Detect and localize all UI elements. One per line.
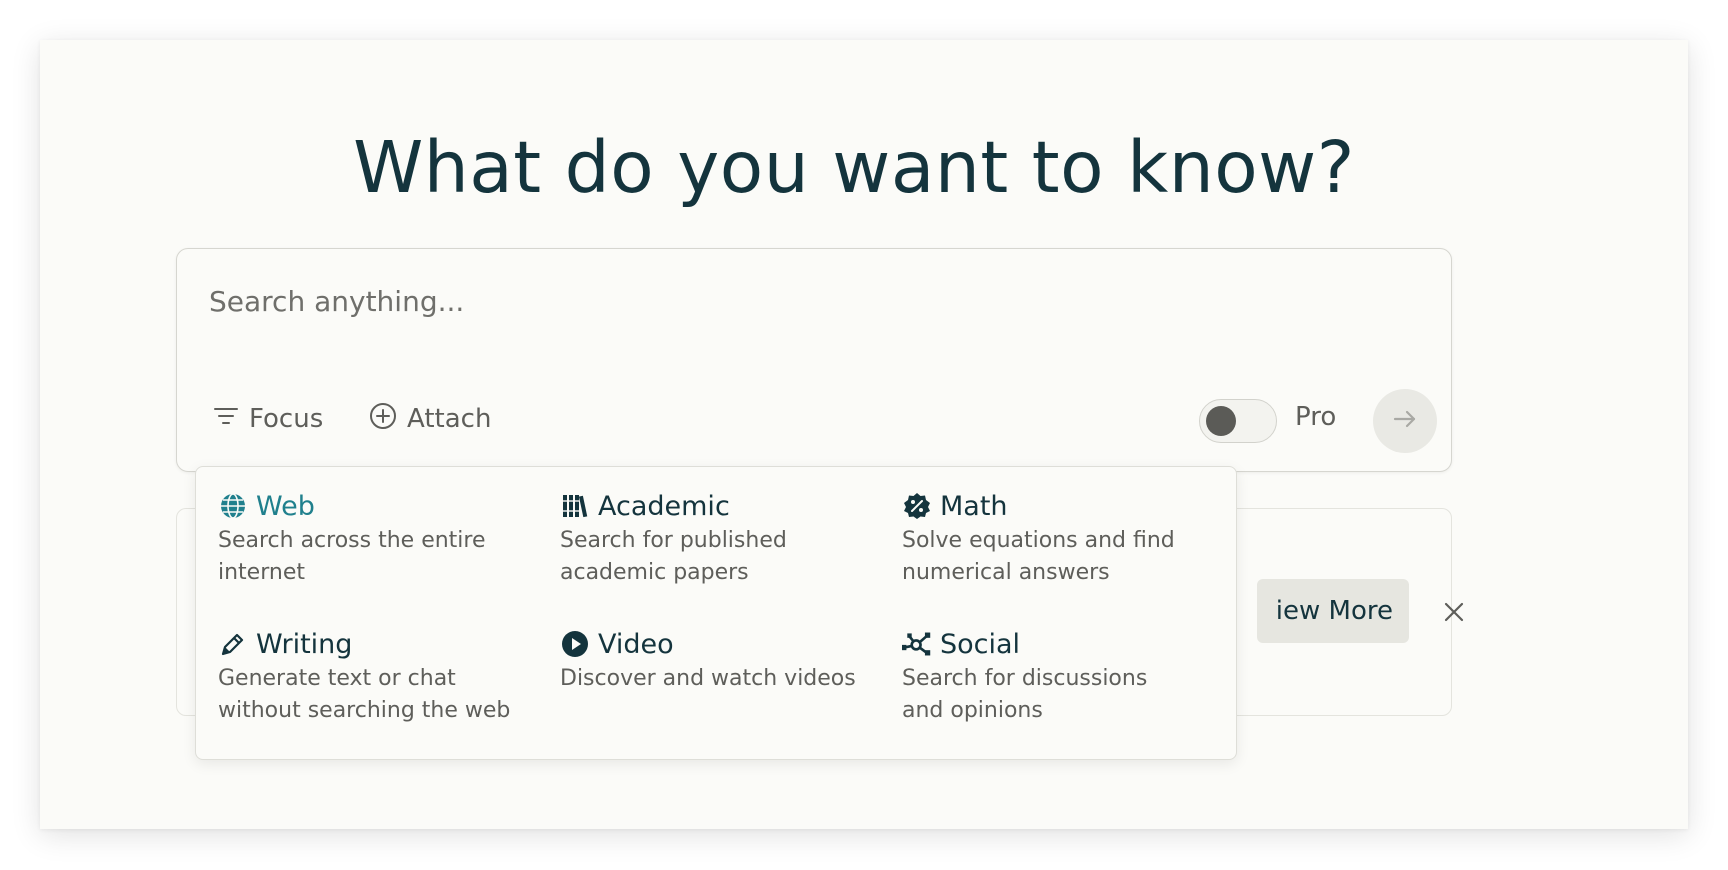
toggle-knob (1206, 406, 1236, 436)
pencil-icon (218, 629, 248, 659)
focus-option-writing[interactable]: Writing Generate text or chat without se… (218, 627, 538, 727)
attach-button[interactable]: Attach (369, 401, 491, 437)
social-network-icon (902, 629, 932, 659)
close-button[interactable] (1439, 597, 1469, 627)
page-title: What do you want to know? (353, 126, 1355, 209)
focus-option-description: Generate text or chat without searching … (218, 666, 511, 723)
focus-option-academic[interactable]: Academic Search for published academic p… (560, 489, 880, 589)
focus-option-math[interactable]: Math Solve equations and find numerical … (902, 489, 1222, 589)
books-icon (560, 491, 590, 521)
focus-option-title: Academic (598, 490, 730, 522)
close-icon (1444, 602, 1464, 622)
focus-option-description: Search for discussions and opinions (902, 666, 1148, 723)
focus-option-description: Search across the entire internet (218, 528, 486, 585)
globe-icon (218, 491, 248, 521)
arrow-right-icon (1391, 405, 1419, 437)
search-box: Focus Attach Pro (176, 248, 1452, 472)
focus-option-title: Math (940, 490, 1008, 522)
play-circle-icon (560, 629, 590, 659)
submit-button[interactable] (1373, 389, 1437, 453)
pro-toggle[interactable] (1199, 399, 1277, 443)
focus-option-title: Video (598, 628, 674, 660)
focus-option-title: Writing (256, 628, 353, 660)
percent-badge-icon (902, 491, 932, 521)
plus-circle-icon (369, 402, 397, 437)
attach-label: Attach (407, 404, 492, 434)
focus-label: Focus (249, 404, 324, 434)
pro-label: Pro (1295, 402, 1337, 432)
view-more-button[interactable]: iew More (1257, 579, 1409, 643)
focus-option-description: Discover and watch videos (560, 666, 856, 691)
focus-option-description: Search for published academic papers (560, 528, 787, 585)
focus-menu: Web Search across the entire internet Ac… (195, 466, 1237, 760)
focus-option-web[interactable]: Web Search across the entire internet (218, 489, 538, 589)
focus-option-video[interactable]: Video Discover and watch videos (560, 627, 880, 695)
search-input[interactable] (209, 279, 1209, 323)
focus-option-title: Social (940, 628, 1021, 660)
focus-option-title: Web (256, 490, 315, 522)
focus-option-description: Solve equations and find numerical answe… (902, 528, 1175, 585)
focus-button[interactable]: Focus (213, 401, 323, 437)
filter-icon (213, 403, 239, 436)
focus-option-social[interactable]: Social Search for discussions and opinio… (902, 627, 1222, 727)
main-window: What do you want to know? Focus (40, 40, 1688, 829)
